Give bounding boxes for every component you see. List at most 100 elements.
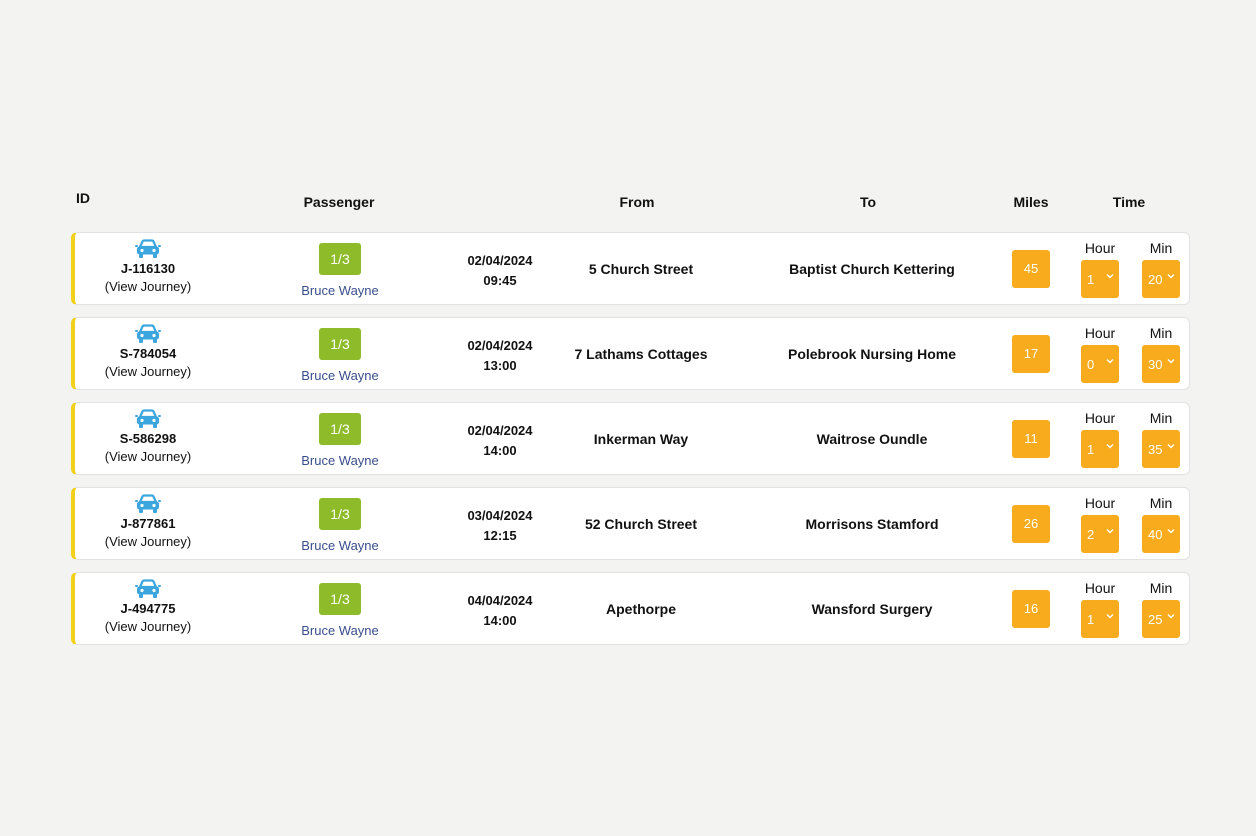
view-journey-link[interactable]: (View Journey) [98,534,198,549]
hour-select[interactable]: 2 [1081,515,1119,553]
min-cell: Min 25 [1139,580,1183,638]
min-value: 30 [1148,357,1163,372]
passenger-name[interactable]: Bruce Wayne [285,283,395,298]
miles-badge: 45 [1012,250,1050,288]
from-location: 7 Lathams Cottages [574,346,708,362]
journey-id: S-784054 [119,346,177,361]
table-row: J-116130 (View Journey) 1/3 Bruce Wayne … [71,232,1190,305]
table-header: ID Passenger From To Miles Time [71,186,1190,210]
min-cell: Min 30 [1139,325,1183,383]
datetime-cell: 04/04/2024 14:00 [450,591,550,631]
journey-date: 02/04/2024 [467,253,533,268]
hour-value: 1 [1087,442,1095,457]
min-label: Min [1149,495,1173,511]
from-location: 52 Church Street [584,516,698,532]
from-location: Apethorpe [606,601,676,617]
miles-badge: 11 [1012,420,1050,458]
chevron-down-icon [1167,444,1175,449]
hour-cell: Hour 1 [1078,580,1122,638]
to-location: Baptist Church Kettering [789,261,955,277]
view-journey-link[interactable]: (View Journey) [98,364,198,379]
min-select[interactable]: 35 [1142,430,1180,468]
journey-list: J-116130 (View Journey) 1/3 Bruce Wayne … [71,232,1190,657]
chevron-down-icon [1106,274,1114,279]
passenger-count-badge[interactable]: 1/3 [319,413,361,445]
min-value: 25 [1148,612,1163,627]
car-icon [135,409,161,428]
to-location: Waitrose Oundle [816,431,928,447]
chevron-down-icon [1106,444,1114,449]
hour-cell: Hour 0 [1078,325,1122,383]
miles-cell: 45 [1012,250,1050,288]
passenger-name[interactable]: Bruce Wayne [285,623,395,638]
hour-select[interactable]: 1 [1081,430,1119,468]
chevron-down-icon [1167,614,1175,619]
table-row: S-784054 (View Journey) 1/3 Bruce Wayne … [71,317,1190,390]
car-icon [135,239,161,258]
passenger-count-badge[interactable]: 1/3 [319,328,361,360]
chevron-down-icon [1106,529,1114,534]
hour-select[interactable]: 0 [1081,345,1119,383]
from-location: Inkerman Way [593,431,689,447]
passenger-count-badge[interactable]: 1/3 [319,583,361,615]
car-icon [135,324,161,343]
journey-date: 02/04/2024 [467,423,533,438]
min-cell: Min 35 [1139,410,1183,468]
hour-label: Hour [1084,325,1116,341]
miles-cell: 16 [1012,590,1050,628]
journey-id-cell: J-877861 (View Journey) [98,494,198,549]
passenger-count-badge[interactable]: 1/3 [319,498,361,530]
passenger-name[interactable]: Bruce Wayne [285,538,395,553]
journey-date: 03/04/2024 [467,508,533,523]
hour-label: Hour [1084,240,1116,256]
view-journey-link[interactable]: (View Journey) [98,449,198,464]
min-label: Min [1149,325,1173,341]
chevron-down-icon [1167,359,1175,364]
datetime-cell: 03/04/2024 12:15 [450,506,550,546]
min-cell: Min 40 [1139,495,1183,553]
min-select[interactable]: 40 [1142,515,1180,553]
journey-time: 14:00 [483,613,517,628]
miles-badge: 17 [1012,335,1050,373]
passenger-name[interactable]: Bruce Wayne [285,368,395,383]
passenger-cell: 1/3 Bruce Wayne [285,413,395,468]
hour-select[interactable]: 1 [1081,600,1119,638]
from-location: 5 Church Street [588,261,694,277]
header-passenger: Passenger [303,194,375,210]
min-select[interactable]: 25 [1142,600,1180,638]
chevron-down-icon [1106,359,1114,364]
miles-cell: 17 [1012,335,1050,373]
hour-label: Hour [1084,495,1116,511]
journey-id-cell: J-116130 (View Journey) [98,239,198,294]
hour-label: Hour [1084,410,1116,426]
car-icon [135,494,161,513]
miles-badge: 16 [1012,590,1050,628]
hour-value: 1 [1087,272,1095,287]
min-select[interactable]: 30 [1142,345,1180,383]
header-time: Time [1112,194,1146,210]
table-row: J-877861 (View Journey) 1/3 Bruce Wayne … [71,487,1190,560]
to-location: Wansford Surgery [811,601,933,617]
view-journey-link[interactable]: (View Journey) [98,619,198,634]
miles-badge: 26 [1012,505,1050,543]
car-icon [135,579,161,598]
journey-date: 04/04/2024 [467,593,533,608]
passenger-cell: 1/3 Bruce Wayne [285,328,395,383]
to-location: Polebrook Nursing Home [787,346,957,362]
chevron-down-icon [1167,529,1175,534]
min-label: Min [1149,410,1173,426]
table-row: S-586298 (View Journey) 1/3 Bruce Wayne … [71,402,1190,475]
chevron-down-icon [1106,614,1114,619]
passenger-name[interactable]: Bruce Wayne [285,453,395,468]
hour-select[interactable]: 1 [1081,260,1119,298]
view-journey-link[interactable]: (View Journey) [98,279,198,294]
min-select[interactable]: 20 [1142,260,1180,298]
hour-value: 2 [1087,527,1095,542]
hour-value: 1 [1087,612,1095,627]
header-from: From [619,194,655,210]
miles-cell: 26 [1012,505,1050,543]
header-to: To [859,194,877,210]
passenger-count-badge[interactable]: 1/3 [319,243,361,275]
header-miles: Miles [1013,194,1049,210]
journey-id: J-494775 [120,601,176,616]
